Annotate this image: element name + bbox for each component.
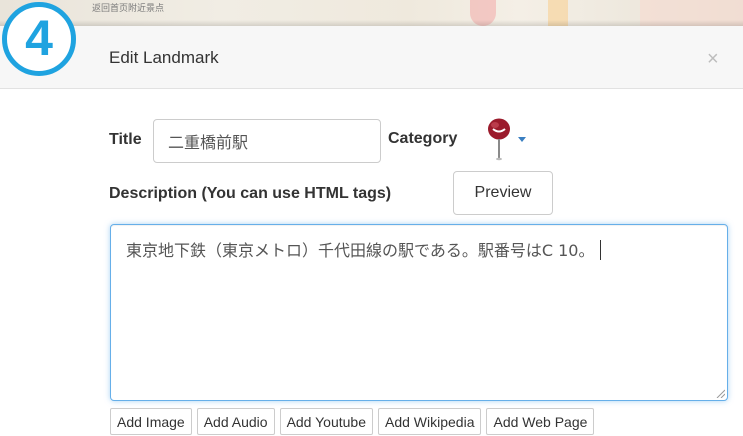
map-pin-icon [488, 118, 510, 161]
text-cursor [600, 240, 602, 260]
title-input[interactable] [153, 119, 381, 163]
modal-header: Edit Landmark × [0, 26, 743, 89]
add-wikipedia-button[interactable]: Add Wikipedia [377, 408, 482, 435]
title-label: Title [109, 131, 142, 148]
add-audio-button[interactable]: Add Audio [196, 408, 275, 435]
category-label: Category [388, 130, 458, 147]
add-image-button[interactable]: Add Image [110, 408, 192, 435]
chevron-down-icon [518, 137, 526, 142]
close-icon[interactable]: × [707, 48, 719, 71]
add-media-toolbar: Add Image Add Audio Add Youtube Add Wiki… [110, 408, 595, 436]
description-text-wrapper: 東京地下鉄（東京メトロ）千代田線の駅である。駅番号はC 10。 [126, 237, 602, 261]
description-text: 東京地下鉄（東京メトロ）千代田線の駅である。駅番号はC 10。 [126, 241, 595, 260]
modal-title: Edit Landmark [109, 48, 219, 67]
resize-handle-icon[interactable] [715, 388, 725, 398]
preview-button[interactable]: Preview [453, 171, 553, 215]
step-number-badge: 4 [2, 2, 76, 76]
category-dropdown[interactable] [480, 115, 530, 161]
step-number: 4 [25, 10, 53, 66]
map-background-strip: 返回首页附近景点 [0, 0, 743, 26]
add-youtube-button[interactable]: Add Youtube [279, 408, 373, 435]
map-label: 返回首页附近景点 [92, 4, 165, 14]
description-label: Description (You can use HTML tags) [109, 185, 392, 202]
description-textarea[interactable]: 東京地下鉄（東京メトロ）千代田線の駅である。駅番号はC 10。 [110, 224, 728, 401]
add-web-page-button[interactable]: Add Web Page [486, 408, 595, 435]
